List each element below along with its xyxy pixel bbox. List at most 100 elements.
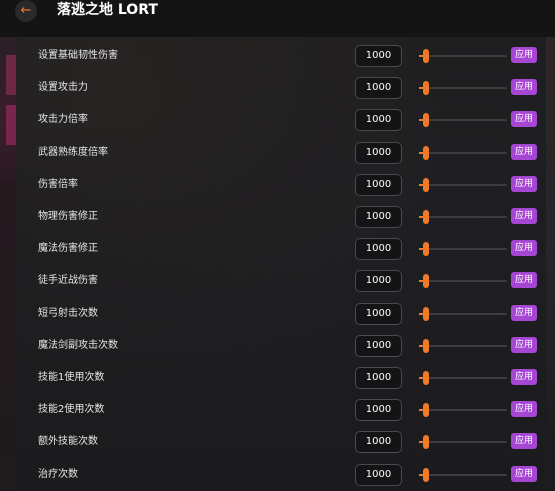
- cheat-label: 魔法剑副攻击次数: [38, 339, 118, 351]
- cheat-row: 额外技能次数 1000 应用: [16, 426, 546, 458]
- slider-knob[interactable]: [423, 371, 429, 385]
- value-input[interactable]: 1000: [355, 399, 402, 422]
- apply-button[interactable]: 应用: [511, 369, 537, 385]
- value-slider[interactable]: [419, 403, 507, 418]
- value-slider[interactable]: [419, 338, 507, 353]
- cheat-label: 魔法伤害修正: [38, 243, 98, 255]
- slider-track: [419, 119, 507, 122]
- value-slider[interactable]: [419, 145, 507, 160]
- value-slider[interactable]: [419, 242, 507, 257]
- apply-button[interactable]: 应用: [511, 401, 537, 418]
- value-slider[interactable]: [419, 371, 507, 385]
- value-input[interactable]: 1000: [355, 206, 402, 228]
- value-input[interactable]: 1000: [355, 238, 402, 261]
- value-slider[interactable]: [419, 81, 507, 96]
- slider-track: [419, 280, 507, 283]
- value-input[interactable]: 1000: [355, 334, 402, 357]
- cheat-label: 物理伤害修正: [38, 211, 98, 222]
- cheat-row: 徒手近战伤害 1000 应用: [16, 265, 546, 297]
- cheat-row: 设置攻击力 1000 应用: [16, 72, 546, 104]
- slider-track: [419, 183, 507, 186]
- cheat-label: 额外技能次数: [38, 436, 98, 448]
- value-input[interactable]: 1000: [355, 431, 402, 454]
- value-input[interactable]: 1000: [355, 302, 402, 325]
- value-input[interactable]: 1000: [355, 367, 402, 389]
- slider-knob[interactable]: [423, 435, 429, 450]
- apply-button[interactable]: 应用: [511, 240, 537, 257]
- value-slider[interactable]: [419, 274, 507, 289]
- slider-track: [419, 248, 507, 251]
- slider-track: [419, 87, 507, 90]
- value-slider[interactable]: [419, 49, 507, 63]
- cheat-label: 攻击力倍率: [38, 114, 88, 126]
- value-input[interactable]: 1000: [355, 270, 402, 293]
- apply-button[interactable]: 应用: [511, 272, 537, 289]
- cheat-row: 物理伤害修正 1000 应用: [16, 201, 546, 233]
- slider-track: [419, 55, 507, 57]
- back-arrow-icon[interactable]: ←: [15, 0, 37, 22]
- background-art-accent: [6, 55, 16, 95]
- cheat-row: 攻击力倍率 1000 应用: [16, 104, 546, 136]
- page-title: 落逃之地 LORT: [57, 2, 158, 18]
- apply-button[interactable]: 应用: [511, 47, 537, 63]
- value-slider[interactable]: [419, 467, 507, 482]
- cheat-label: 短弓射击次数: [38, 307, 98, 319]
- value-input[interactable]: 1000: [355, 45, 402, 67]
- apply-button[interactable]: 应用: [511, 208, 537, 224]
- slider-knob[interactable]: [423, 274, 429, 289]
- slider-knob[interactable]: [423, 210, 429, 224]
- cheat-label: 技能1使用次数: [38, 372, 105, 383]
- slider-knob[interactable]: [423, 113, 429, 128]
- value-slider[interactable]: [419, 177, 507, 192]
- cheat-row: 魔法剑副攻击次数 1000 应用: [16, 330, 546, 362]
- value-slider[interactable]: [419, 113, 507, 128]
- cheat-row: 武器熟练度倍率 1000 应用: [16, 137, 546, 169]
- slider-knob[interactable]: [423, 177, 429, 192]
- slider-track: [419, 312, 507, 315]
- cheat-label: 徒手近战伤害: [38, 275, 98, 287]
- apply-button[interactable]: 应用: [511, 175, 537, 192]
- value-slider[interactable]: [419, 435, 507, 450]
- cheat-label: 武器熟练度倍率: [38, 146, 108, 158]
- cheat-row: 设置基础韧性伤害 1000 应用: [16, 40, 546, 72]
- cheat-row: 技能2使用次数 1000 应用: [16, 394, 546, 426]
- apply-button[interactable]: 应用: [511, 111, 537, 128]
- cheat-row: 短弓射击次数 1000 应用: [16, 298, 546, 330]
- value-slider[interactable]: [419, 306, 507, 321]
- value-input[interactable]: 1000: [355, 141, 402, 164]
- value-input[interactable]: 1000: [355, 173, 402, 196]
- cheat-row: 伤害倍率 1000 应用: [16, 169, 546, 201]
- slider-knob[interactable]: [423, 49, 429, 63]
- apply-button[interactable]: 应用: [511, 433, 537, 450]
- cheat-label: 伤害倍率: [38, 178, 78, 190]
- value-input[interactable]: 1000: [355, 77, 402, 100]
- cheat-row: 治疗次数 1000 应用: [16, 459, 546, 491]
- value-input[interactable]: 1000: [355, 109, 402, 132]
- slider-track: [419, 409, 507, 412]
- apply-button[interactable]: 应用: [511, 79, 537, 96]
- cheat-label: 设置攻击力: [38, 82, 88, 94]
- slider-knob[interactable]: [423, 81, 429, 96]
- slider-track: [419, 344, 507, 347]
- slider-knob[interactable]: [423, 403, 429, 418]
- slider-track: [419, 377, 507, 379]
- slider-track: [419, 151, 507, 154]
- slider-knob[interactable]: [423, 242, 429, 257]
- cheat-label: 技能2使用次数: [38, 404, 105, 416]
- slider-knob[interactable]: [423, 467, 429, 482]
- cheat-label: 设置基础韧性伤害: [38, 50, 118, 61]
- value-slider[interactable]: [419, 210, 507, 224]
- header-bar: ← 落逃之地 LORT: [0, 0, 555, 37]
- slider-knob[interactable]: [423, 145, 429, 160]
- apply-button[interactable]: 应用: [511, 465, 537, 482]
- value-input[interactable]: 1000: [355, 463, 402, 486]
- apply-button[interactable]: 应用: [511, 336, 537, 353]
- slider-track: [419, 473, 507, 476]
- apply-button[interactable]: 应用: [511, 143, 537, 160]
- slider-track: [419, 216, 507, 218]
- background-art-accent: [6, 105, 16, 145]
- cheat-label: 治疗次数: [38, 468, 78, 480]
- slider-knob[interactable]: [423, 306, 429, 321]
- slider-knob[interactable]: [423, 338, 429, 353]
- apply-button[interactable]: 应用: [511, 304, 537, 321]
